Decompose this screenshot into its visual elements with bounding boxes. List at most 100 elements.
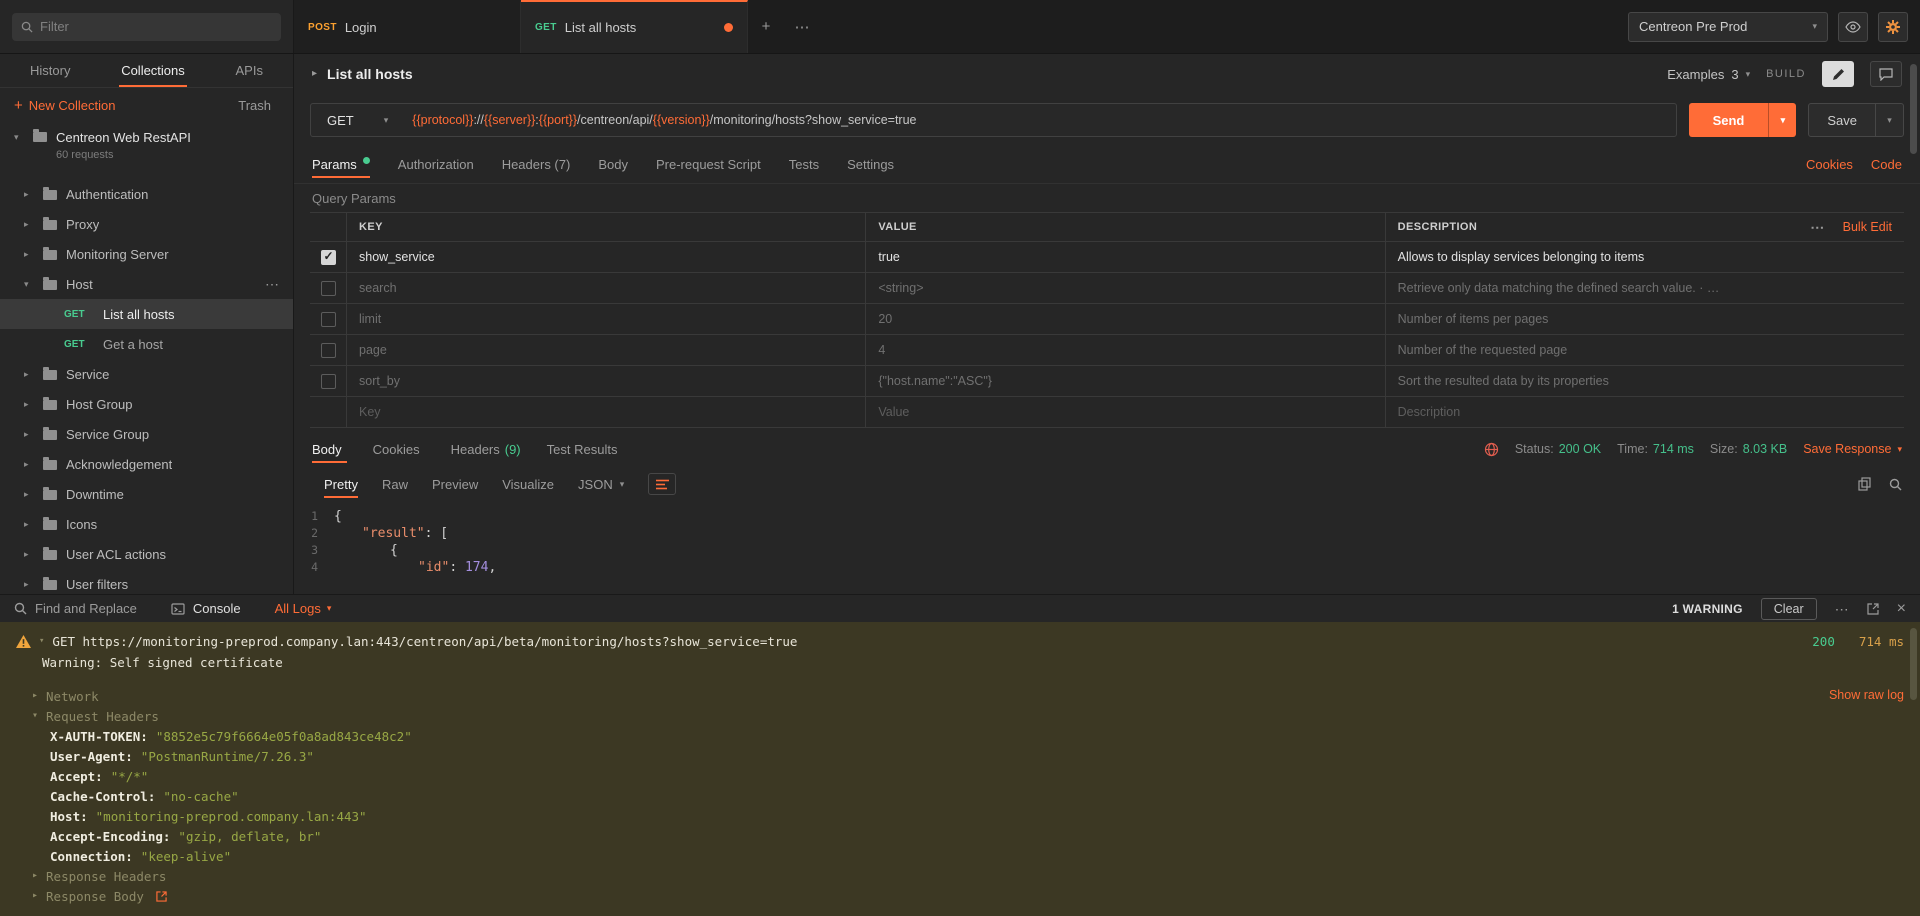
param-key-cell[interactable]: Key: [346, 397, 865, 427]
code-link[interactable]: Code: [1871, 157, 1902, 172]
param-key-cell[interactable]: limit: [346, 304, 865, 334]
response-view-tab[interactable]: Preview: [432, 466, 478, 502]
request-section-tab[interactable]: Params: [312, 146, 370, 183]
close-console-icon[interactable]: ×: [1897, 601, 1906, 617]
console-log-node[interactable]: Response Headers: [16, 866, 1904, 886]
response-format-dropdown[interactable]: JSON: [578, 477, 624, 492]
console-log-node[interactable]: Accept:"*/*": [16, 766, 1904, 786]
cookies-link[interactable]: Cookies: [1806, 157, 1853, 172]
console-log-node[interactable]: User-Agent:"PostmanRuntime/7.26.3": [16, 746, 1904, 766]
show-raw-log-link[interactable]: Show raw log: [1829, 688, 1904, 702]
wrap-text-button[interactable]: [648, 473, 676, 495]
param-value-cell[interactable]: Value: [865, 397, 1384, 427]
params-menu-icon[interactable]: ⋯: [1810, 219, 1824, 236]
param-description-cell[interactable]: Allows to display services belonging to …: [1385, 242, 1904, 272]
console-log-node[interactable]: Connection:"keep-alive": [16, 846, 1904, 866]
response-view-tab[interactable]: Visualize: [502, 466, 554, 502]
examples-dropdown[interactable]: Examples 3: [1667, 67, 1750, 82]
request-section-tab[interactable]: Headers (7): [502, 146, 571, 183]
clear-console-button[interactable]: Clear: [1761, 598, 1817, 620]
param-value-cell[interactable]: <string>: [865, 273, 1384, 303]
request-section-tab[interactable]: Tests: [789, 146, 819, 183]
network-status-icon[interactable]: [1484, 442, 1499, 457]
collection-tree-item[interactable]: Downtime⋯: [0, 479, 293, 509]
trash-button[interactable]: Trash: [238, 98, 279, 113]
copy-icon[interactable]: [1858, 477, 1871, 491]
param-key-cell[interactable]: show_service: [346, 242, 865, 272]
new-collection-button[interactable]: +New Collection: [14, 98, 115, 113]
response-view-tab[interactable]: Pretty: [324, 466, 358, 502]
collection-tree-item[interactable]: Host Group⋯: [0, 389, 293, 419]
scrollbar[interactable]: [1910, 64, 1917, 154]
sidebar-nav-tab[interactable]: History: [30, 54, 70, 87]
response-view-tab[interactable]: Raw: [382, 466, 408, 502]
param-checkbox[interactable]: [321, 312, 336, 327]
collection-tree-item[interactable]: Service⋯: [0, 359, 293, 389]
console-log-node[interactable]: Network: [16, 686, 1904, 706]
collection-tree-item[interactable]: Service Group⋯: [0, 419, 293, 449]
collection-tree-item[interactable]: GETGet a host⋯: [0, 329, 293, 359]
external-link-icon[interactable]: [156, 891, 167, 902]
save-options-button[interactable]: [1875, 104, 1903, 136]
console-log-node[interactable]: Request Headers: [16, 706, 1904, 726]
url-input[interactable]: {{protocol}}://{{server}}:{{port}}/centr…: [404, 113, 916, 127]
response-section-tab[interactable]: Cookies: [373, 432, 425, 466]
param-description-cell[interactable]: Sort the resulted data by its properties: [1385, 366, 1904, 396]
collection-tree-item[interactable]: Acknowledgement⋯: [0, 449, 293, 479]
sidebar-nav-tab[interactable]: APIs: [236, 54, 263, 87]
collection-tree-item[interactable]: Authentication⋯: [0, 179, 293, 209]
find-and-replace-button[interactable]: Find and Replace: [14, 601, 137, 616]
collection-tree-item[interactable]: User ACL actions⋯: [0, 539, 293, 569]
tab-menu-button[interactable]: ⋯: [784, 0, 820, 53]
response-section-tab[interactable]: Body: [312, 432, 347, 466]
save-button[interactable]: Save: [1808, 103, 1904, 137]
send-button[interactable]: Send: [1689, 103, 1797, 137]
console-menu-icon[interactable]: ⋯: [1835, 602, 1849, 616]
environment-selector[interactable]: Centreon Pre Prod: [1628, 12, 1828, 42]
collection-tree-item[interactable]: User filters⋯: [0, 569, 293, 594]
console-log-node[interactable]: Accept-Encoding:"gzip, deflate, br": [16, 826, 1904, 846]
param-checkbox[interactable]: [321, 343, 336, 358]
param-description-cell[interactable]: Description: [1385, 397, 1904, 427]
param-description-cell[interactable]: Number of the requested page: [1385, 335, 1904, 365]
request-section-tab[interactable]: Authorization: [398, 146, 474, 183]
request-section-tab[interactable]: Settings: [847, 146, 894, 183]
bulk-edit-link[interactable]: Bulk Edit: [1843, 220, 1892, 234]
chevron-down-icon[interactable]: [39, 637, 44, 646]
response-section-tab[interactable]: Headers(9): [451, 432, 521, 466]
request-section-tab[interactable]: Body: [598, 146, 628, 183]
collection-root[interactable]: Centreon Web RestAPI 60 requests: [0, 122, 293, 167]
collection-tree-item[interactable]: Monitoring Server⋯: [0, 239, 293, 269]
open-new-tab-button[interactable]: +: [748, 0, 784, 53]
param-checkbox[interactable]: [321, 374, 336, 389]
save-response-button[interactable]: Save Response: [1803, 442, 1902, 456]
collection-tree-item[interactable]: GETList all hosts⋯: [0, 299, 293, 329]
param-value-cell[interactable]: {"host.name":"ASC"}: [865, 366, 1384, 396]
request-tab[interactable]: POSTLogin: [294, 0, 521, 53]
param-value-cell[interactable]: 20: [865, 304, 1384, 334]
log-filter-dropdown[interactable]: All Logs: [275, 601, 332, 616]
console-log-node[interactable]: Cache-Control:"no-cache": [16, 786, 1904, 806]
console-request-entry[interactable]: GET https://monitoring-preprod.company.l…: [16, 632, 1904, 650]
method-selector[interactable]: GET: [311, 113, 404, 128]
scrollbar[interactable]: [1910, 628, 1917, 700]
item-options-icon[interactable]: ⋯: [265, 276, 279, 293]
chevron-down-icon[interactable]: [14, 133, 24, 142]
collection-tree-item[interactable]: Host⋯: [0, 269, 293, 299]
sidebar-nav-tab[interactable]: Collections: [121, 54, 185, 87]
send-options-button[interactable]: [1768, 103, 1796, 137]
documentation-button[interactable]: [1822, 61, 1854, 87]
console-tab[interactable]: Console: [171, 601, 241, 616]
environment-quick-look-button[interactable]: [1838, 12, 1868, 42]
request-tab[interactable]: GETList all hosts: [521, 0, 748, 53]
param-checkbox[interactable]: [321, 281, 336, 296]
param-key-cell[interactable]: page: [346, 335, 865, 365]
comments-button[interactable]: [1870, 61, 1902, 87]
console-log-node[interactable]: Response Body: [16, 886, 1904, 906]
console-log-node[interactable]: X-AUTH-TOKEN:"8852e5c79f6664e05f0a8ad843…: [16, 726, 1904, 746]
sidebar-filter[interactable]: [12, 13, 281, 41]
collapse-request-icon[interactable]: [312, 69, 317, 79]
response-section-tab[interactable]: Test Results: [547, 432, 623, 466]
request-section-tab[interactable]: Pre-request Script: [656, 146, 761, 183]
param-key-cell[interactable]: search: [346, 273, 865, 303]
